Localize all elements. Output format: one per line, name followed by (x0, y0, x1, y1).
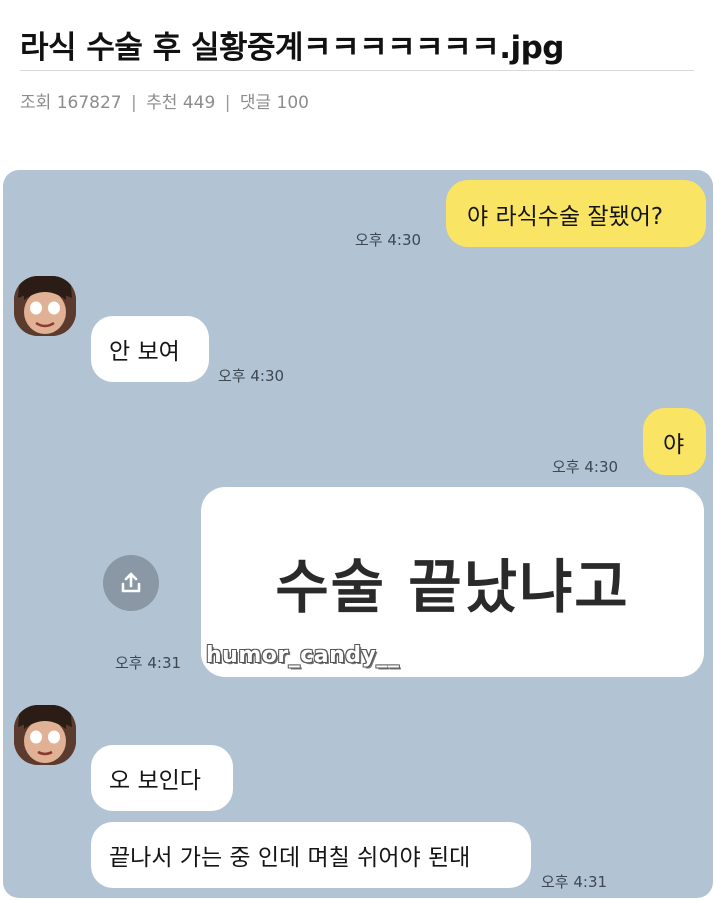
avatar (14, 276, 76, 336)
post-title: 라식 수술 후 실황중계ㅋㅋㅋㅋㅋㅋㅋ.jpg (20, 30, 564, 66)
share-button[interactable] (103, 555, 159, 611)
message-text: 수술 끝났냐고 (275, 553, 630, 621)
message-text: 야 (663, 431, 685, 458)
views-label: 조회 (20, 93, 52, 113)
message-text: 안 보여 (109, 339, 180, 365)
recommend-count: 449 (182, 93, 216, 113)
message-time: 오후 4:31 (115, 654, 182, 672)
message-bubble-friend: 끝나서 가는 중 인데 며칠 쉬어야 된대 (91, 822, 531, 888)
avatar (14, 705, 76, 765)
message-bubble-mine: 야 (643, 408, 706, 475)
share-icon (121, 572, 141, 593)
message-time: 오후 4:30 (218, 367, 285, 385)
message-bubble-friend: 안 보여 (91, 316, 209, 382)
title-divider (20, 70, 694, 71)
message-text: 야 라식수술 잘됐어? (467, 203, 664, 230)
message-text: 끝나서 가는 중 인데 며칠 쉬어야 된대 (109, 845, 471, 871)
chat-screenshot: 야 라식수술 잘됐어? 오후 4:30 안 보여 오후 4:30 야 오후 4:… (3, 170, 713, 898)
message-time: 오후 4:30 (552, 458, 619, 476)
message-time: 오후 4:31 (541, 873, 608, 891)
comments-count: 100 (276, 93, 309, 113)
meta-separator: | (224, 93, 231, 113)
comments-label: 댓글 (239, 93, 272, 113)
message-text: 오 보인다 (109, 768, 201, 794)
post-meta: 조회 167827 | 추천 449 | 댓글 100 (20, 88, 309, 113)
recommend-label: 추천 (146, 93, 178, 113)
message-bubble-mine: 야 라식수술 잘됐어? (446, 180, 706, 247)
views-count: 167827 (56, 93, 122, 113)
meta-separator: | (131, 93, 137, 113)
message-bubble-friend: 오 보인다 (91, 745, 233, 811)
watermark: humor_candy__ (206, 643, 400, 668)
message-time: 오후 4:30 (355, 231, 422, 249)
